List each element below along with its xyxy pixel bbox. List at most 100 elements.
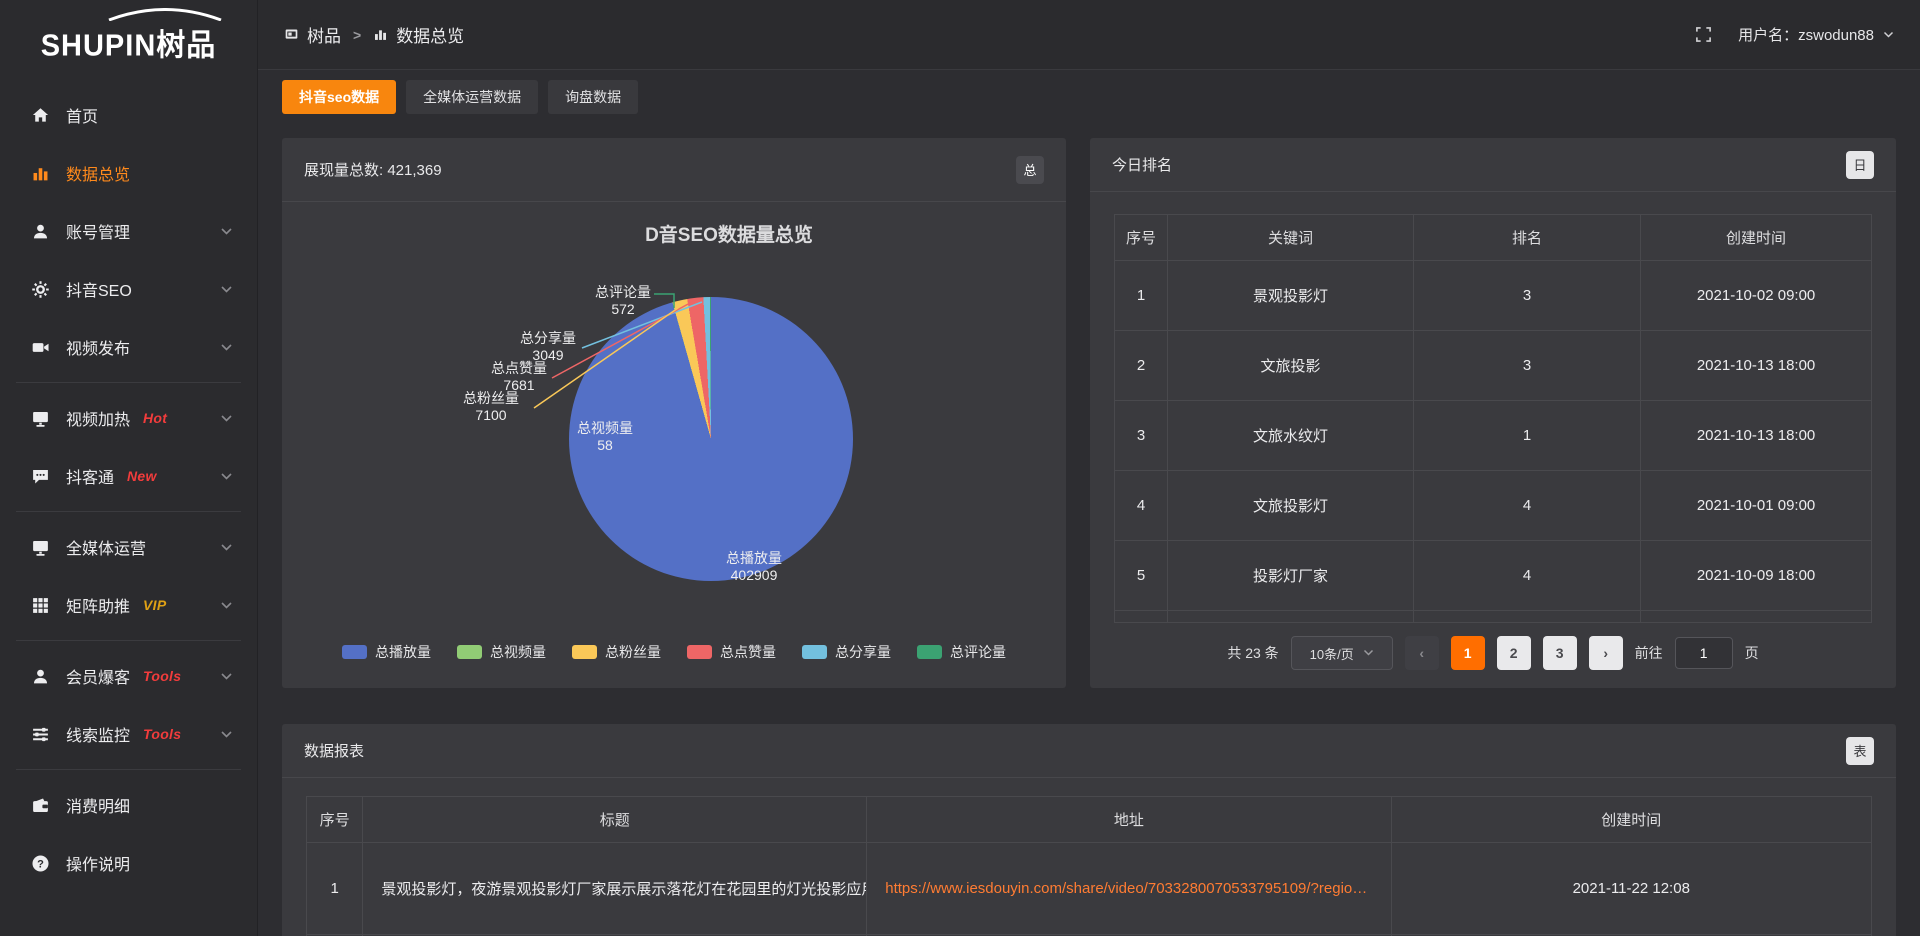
- chevron-down-icon: [1363, 649, 1374, 657]
- pie-label: 总粉丝量7100: [446, 390, 536, 424]
- sidebar-item-label: 数据总览: [66, 161, 130, 185]
- logo-arc: [105, 8, 225, 21]
- col-created-time: 创建时间: [1641, 215, 1872, 261]
- chart-legend: 总播放量 总视频量 总粉丝量 总点赞量 总分享量 总评论量: [282, 642, 1066, 662]
- next-page-button[interactable]: ›: [1589, 636, 1623, 670]
- sidebar-divider: [16, 382, 241, 383]
- sidebar-item-label: 首页: [66, 103, 98, 127]
- sidebar-item-home[interactable]: 首页: [0, 86, 257, 144]
- sidebar-item-data-overview[interactable]: 数据总览: [0, 144, 257, 202]
- svg-text:?: ?: [37, 858, 44, 870]
- report-panel-header: 数据报表 表: [282, 724, 1896, 778]
- sliders-icon: [30, 724, 50, 744]
- prev-page-button[interactable]: ‹: [1405, 636, 1439, 670]
- chevron-down-icon: [220, 472, 233, 481]
- page-button-3[interactable]: 3: [1543, 636, 1577, 670]
- chevron-down-icon: [220, 227, 233, 236]
- legend-swatch: [802, 645, 827, 659]
- sidebar-item-instructions[interactable]: ? 操作说明: [0, 834, 257, 892]
- ranking-table: 序号 关键词 排名 创建时间 1景观投影灯32021-10-02 09:00 2…: [1114, 214, 1872, 623]
- total-badge-button[interactable]: 总: [1016, 156, 1044, 184]
- sidebar-item-member-baoke[interactable]: 会员爆客 Tools: [0, 647, 257, 705]
- sidebar-item-clue-monitor[interactable]: 线索监控 Tools: [0, 705, 257, 763]
- monitor-icon: [30, 537, 50, 557]
- sidebar-divider: [16, 769, 241, 770]
- chart-panel-header: 展现量总数: 421,369 总: [282, 138, 1066, 202]
- fullscreen-icon: [1695, 26, 1712, 43]
- today-ranking-panel: 今日排名 日 序号 关键词 排名 创建时间: [1090, 138, 1896, 688]
- page-button-2[interactable]: 2: [1497, 636, 1531, 670]
- table-badge-button[interactable]: 表: [1846, 737, 1874, 765]
- legend-item[interactable]: 总播放量: [342, 642, 431, 662]
- sidebar-item-label: 全媒体运营: [66, 535, 146, 559]
- col-title: 标题: [363, 797, 867, 843]
- col-index: 序号: [1115, 215, 1168, 261]
- total-count-label: 共 23 条: [1227, 643, 1278, 663]
- sidebar-item-consumption-detail[interactable]: 消费明细: [0, 776, 257, 834]
- table-header-row: 序号 关键词 排名 创建时间: [1115, 215, 1872, 261]
- tab-media-operation-data[interactable]: 全媒体运营数据: [406, 80, 538, 114]
- pie-label: 总播放量402909: [706, 550, 802, 584]
- pie-label: 总分享量3049: [503, 330, 593, 364]
- report-panel-title: 数据报表: [304, 740, 364, 761]
- tools-tag: Tools: [143, 668, 181, 684]
- breadcrumb-current[interactable]: 数据总览: [373, 22, 464, 47]
- table-header-row: 序号 标题 地址 创建时间: [307, 797, 1872, 843]
- page-size-select[interactable]: 10条/页: [1291, 636, 1393, 670]
- tab-inquiry-data[interactable]: 询盘数据: [548, 80, 638, 114]
- chevron-down-icon: [220, 601, 233, 610]
- sidebar-item-video-heat[interactable]: 视频加热 Hot: [0, 389, 257, 447]
- sidebar-item-matrix-boost[interactable]: 矩阵助推 VIP: [0, 576, 257, 634]
- sidebar-item-account[interactable]: 账号管理: [0, 202, 257, 260]
- table-row: 4文旅投影灯42021-10-01 09:00: [1115, 471, 1872, 541]
- legend-swatch: [342, 645, 367, 659]
- legend-item[interactable]: 总视频量: [457, 642, 546, 662]
- legend-item[interactable]: 总粉丝量: [572, 642, 661, 662]
- app-window-icon: [284, 27, 299, 42]
- pie-label: 总点赞量7681: [474, 360, 564, 394]
- sidebar-item-label: 线索监控: [66, 722, 130, 746]
- breadcrumb-root[interactable]: 树品: [284, 22, 341, 47]
- username-label: 用户名：zswodun88: [1738, 24, 1874, 45]
- day-badge-button[interactable]: 日: [1846, 151, 1874, 179]
- logo-text: SHUPIN树品: [41, 21, 217, 65]
- logo[interactable]: SHUPIN树品: [0, 0, 257, 86]
- col-rank: 排名: [1414, 215, 1641, 261]
- fullscreen-button[interactable]: [1695, 26, 1712, 43]
- sidebar-item-doukotong[interactable]: 抖客通 New: [0, 447, 257, 505]
- col-url: 地址: [867, 797, 1391, 843]
- data-report-panel: 数据报表 表 序号 标题 地址 创建时间 1 景观投影灯，夜游景观投影灯: [282, 724, 1896, 936]
- legend-item[interactable]: 总点赞量: [687, 642, 776, 662]
- pie-label: 总视频量58: [560, 420, 650, 454]
- wallet-icon: [30, 795, 50, 815]
- page-button-1[interactable]: 1: [1451, 636, 1485, 670]
- breadcrumb-separator: >: [353, 27, 361, 43]
- legend-swatch: [572, 645, 597, 659]
- sidebar-item-label: 抖音SEO: [66, 277, 132, 301]
- sidebar-item-media-operation[interactable]: 全媒体运营: [0, 518, 257, 576]
- video-link[interactable]: https://www.iesdouyin.com/share/video/70…: [885, 880, 1367, 897]
- sidebar-item-label: 操作说明: [66, 851, 130, 875]
- legend-swatch: [687, 645, 712, 659]
- sidebar-divider: [16, 640, 241, 641]
- tab-douyin-seo-data[interactable]: 抖音seo数据: [282, 80, 396, 114]
- user-icon: [30, 666, 50, 686]
- grid-icon: [30, 595, 50, 615]
- user-icon: [30, 221, 50, 241]
- legend-item[interactable]: 总分享量: [802, 642, 891, 662]
- legend-item[interactable]: 总评论量: [917, 642, 1006, 662]
- sidebar-item-label: 视频发布: [66, 335, 130, 359]
- chevron-down-icon: [220, 343, 233, 352]
- legend-swatch: [917, 645, 942, 659]
- breadcrumb-label: 数据总览: [396, 22, 464, 47]
- pie-chart-region: D音SEO数据量总览 总评论量572 总分享量3049 总点赞量7681: [282, 202, 1066, 688]
- sidebar-item-douyin-seo[interactable]: 抖音SEO: [0, 260, 257, 318]
- sidebar-item-video-publish[interactable]: 视频发布: [0, 318, 257, 376]
- impressions-total-label: 展现量总数: 421,369: [304, 159, 442, 180]
- chevron-down-icon: [220, 285, 233, 294]
- goto-page-input[interactable]: [1675, 637, 1733, 669]
- sidebar-item-label: 消费明细: [66, 793, 130, 817]
- gear-icon: [30, 279, 50, 299]
- table-row-clipped: [1115, 611, 1872, 623]
- user-menu[interactable]: 用户名：zswodun88: [1738, 24, 1894, 45]
